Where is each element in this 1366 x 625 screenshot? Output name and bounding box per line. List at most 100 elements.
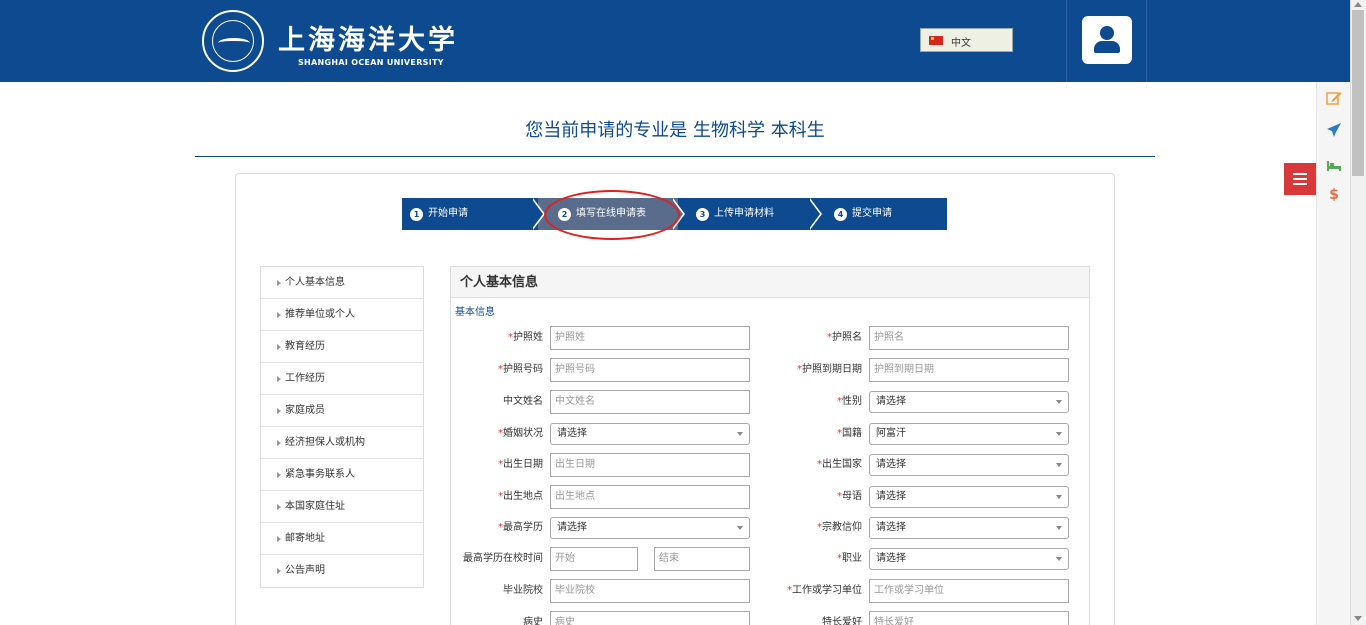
step-start-application[interactable]: 1 开始申请 — [410, 198, 468, 230]
text-input[interactable]: 护照号码 — [550, 358, 750, 382]
field-label-text: 出生地点 — [503, 491, 543, 502]
select-dropdown[interactable]: 请选择 — [869, 517, 1069, 539]
plane-icon[interactable] — [1326, 122, 1342, 138]
select-dropdown[interactable]: 请选择 — [869, 454, 1069, 476]
field-label-text: 出生日期 — [503, 459, 543, 470]
user-icon-body — [1094, 41, 1120, 53]
highlight-annotation — [544, 190, 680, 240]
text-input[interactable]: 出生日期 — [550, 453, 750, 477]
bed-icon[interactable] — [1326, 157, 1342, 173]
user-account-button[interactable] — [1082, 16, 1132, 64]
select-dropdown[interactable]: 请选择 — [550, 423, 750, 445]
university-name-cn: 上海海洋大学 — [278, 25, 458, 56]
user-icon — [1100, 26, 1114, 40]
scrollbar-thumb[interactable] — [1352, 10, 1364, 176]
university-logo[interactable] — [202, 10, 264, 72]
field-label: 特长爱好 — [722, 611, 862, 625]
panel-heading: 个人基本信息 — [451, 267, 1089, 298]
field-label-text: 出生国家 — [822, 459, 862, 470]
header-divider — [1146, 0, 1147, 82]
hamburger-icon — [1293, 183, 1307, 185]
field-label: *出生日期 — [403, 453, 543, 477]
field-label: *护照到期日期 — [722, 358, 862, 382]
step-separator — [808, 198, 820, 230]
header-divider — [1066, 0, 1067, 82]
nav-item-family[interactable]: 家庭成员 — [261, 395, 423, 427]
page-title: 您当前申请的专业是 生物科学 本科生 — [525, 120, 825, 141]
section-label: 基本信息 — [455, 307, 495, 318]
university-name-en: SHANGHAI OCEAN UNIVERSITY — [298, 58, 444, 67]
field-label: *最高学历 — [403, 516, 543, 540]
field-label-text: 中文姓名 — [503, 396, 543, 407]
scroll-down-arrow-icon[interactable] — [1354, 616, 1362, 621]
hamburger-icon — [1293, 173, 1307, 175]
site-header: 上海海洋大学 SHANGHAI OCEAN UNIVERSITY 中文 — [0, 0, 1350, 82]
field-label: *护照姓 — [403, 326, 543, 350]
nav-item-basic-info[interactable]: 个人基本信息 — [261, 267, 423, 299]
field-label-text: 病史 — [523, 617, 543, 625]
field-label-text: 毕业院校 — [503, 585, 543, 596]
scroll-up-arrow-icon[interactable] — [1354, 2, 1362, 7]
nav-item-emergency-contact[interactable]: 紧急事务联系人 — [261, 459, 423, 491]
field-label: 病史 — [403, 611, 543, 625]
nav-item-work-experience[interactable]: 工作经历 — [261, 363, 423, 395]
field-label-text: 护照到期日期 — [802, 364, 862, 375]
step-submit-application[interactable]: 4 提交申请 — [834, 198, 892, 230]
select-dropdown[interactable]: 请选择 — [869, 548, 1069, 570]
language-label: 中文 — [951, 38, 971, 49]
field-label-text: 护照号码 — [503, 364, 543, 375]
field-label-text: 护照名 — [832, 332, 862, 343]
text-input[interactable]: 护照名 — [869, 326, 1069, 350]
nav-item-guarantor[interactable]: 经济担保人或机构 — [261, 427, 423, 459]
field-label: *婚姻状况 — [403, 422, 543, 446]
select-dropdown[interactable]: 阿富汗 — [869, 423, 1069, 445]
field-label-text: 特长爱好 — [822, 617, 862, 625]
language-selector[interactable]: 中文 — [920, 28, 1013, 52]
dollar-icon[interactable]: $ — [1326, 187, 1342, 203]
form-section-nav: 个人基本信息 推荐单位或个人 教育经历 工作经历 家庭成员 经济担保人或机构 紧… — [260, 266, 424, 588]
start-date-input[interactable]: 开始 — [550, 547, 638, 571]
nav-item-home-address[interactable]: 本国家庭住址 — [261, 491, 423, 523]
text-input[interactable]: 护照到期日期 — [869, 358, 1069, 382]
field-label: *性别 — [722, 390, 862, 414]
field-label-text: 职业 — [842, 553, 862, 564]
field-label: *工作或学习单位 — [722, 579, 862, 603]
select-dropdown[interactable]: 请选择 — [869, 391, 1069, 413]
select-dropdown[interactable]: 请选择 — [869, 486, 1069, 508]
field-label-text: 性别 — [842, 396, 862, 407]
field-label: *护照号码 — [403, 358, 543, 382]
menu-toggle-button[interactable] — [1284, 163, 1316, 195]
title-divider — [195, 156, 1155, 157]
field-label: 中文姓名 — [403, 390, 543, 414]
logo-wave — [218, 38, 250, 48]
nav-item-education[interactable]: 教育经历 — [261, 331, 423, 363]
field-label: 最高学历在校时间 — [403, 547, 543, 571]
text-input[interactable]: 护照姓 — [550, 326, 750, 350]
china-flag-icon — [929, 36, 943, 45]
field-label-text: 最高学历在校时间 — [463, 553, 543, 564]
field-label: *国籍 — [722, 422, 862, 446]
nav-item-declaration[interactable]: 公告声明 — [261, 555, 423, 587]
text-input[interactable]: 病史 — [550, 611, 750, 625]
text-input[interactable]: 出生地点 — [550, 485, 750, 509]
field-label: *出生国家 — [722, 453, 862, 477]
text-input[interactable]: 特长爱好 — [869, 611, 1069, 625]
text-input[interactable]: 毕业院校 — [550, 579, 750, 603]
text-input[interactable]: 工作或学习单位 — [869, 579, 1069, 603]
field-label-text: 工作或学习单位 — [792, 585, 862, 596]
field-label-text: 护照姓 — [513, 332, 543, 343]
nav-item-mailing-address[interactable]: 邮寄地址 — [261, 523, 423, 555]
select-dropdown[interactable]: 请选择 — [550, 517, 750, 539]
field-label: *母语 — [722, 485, 862, 509]
field-label-text: 母语 — [842, 491, 862, 502]
field-label: *宗教信仰 — [722, 516, 862, 540]
nav-item-referee[interactable]: 推荐单位或个人 — [261, 299, 423, 331]
hamburger-icon — [1293, 178, 1307, 180]
field-label-text: 国籍 — [842, 428, 862, 439]
text-input[interactable]: 中文姓名 — [550, 390, 750, 414]
step-separator — [531, 198, 543, 230]
field-label-text: 宗教信仰 — [822, 522, 862, 533]
field-label-text: 婚姻状况 — [503, 428, 543, 439]
step-upload-materials[interactable]: 3 上传申请材料 — [696, 198, 774, 230]
edit-icon[interactable] — [1326, 90, 1342, 106]
